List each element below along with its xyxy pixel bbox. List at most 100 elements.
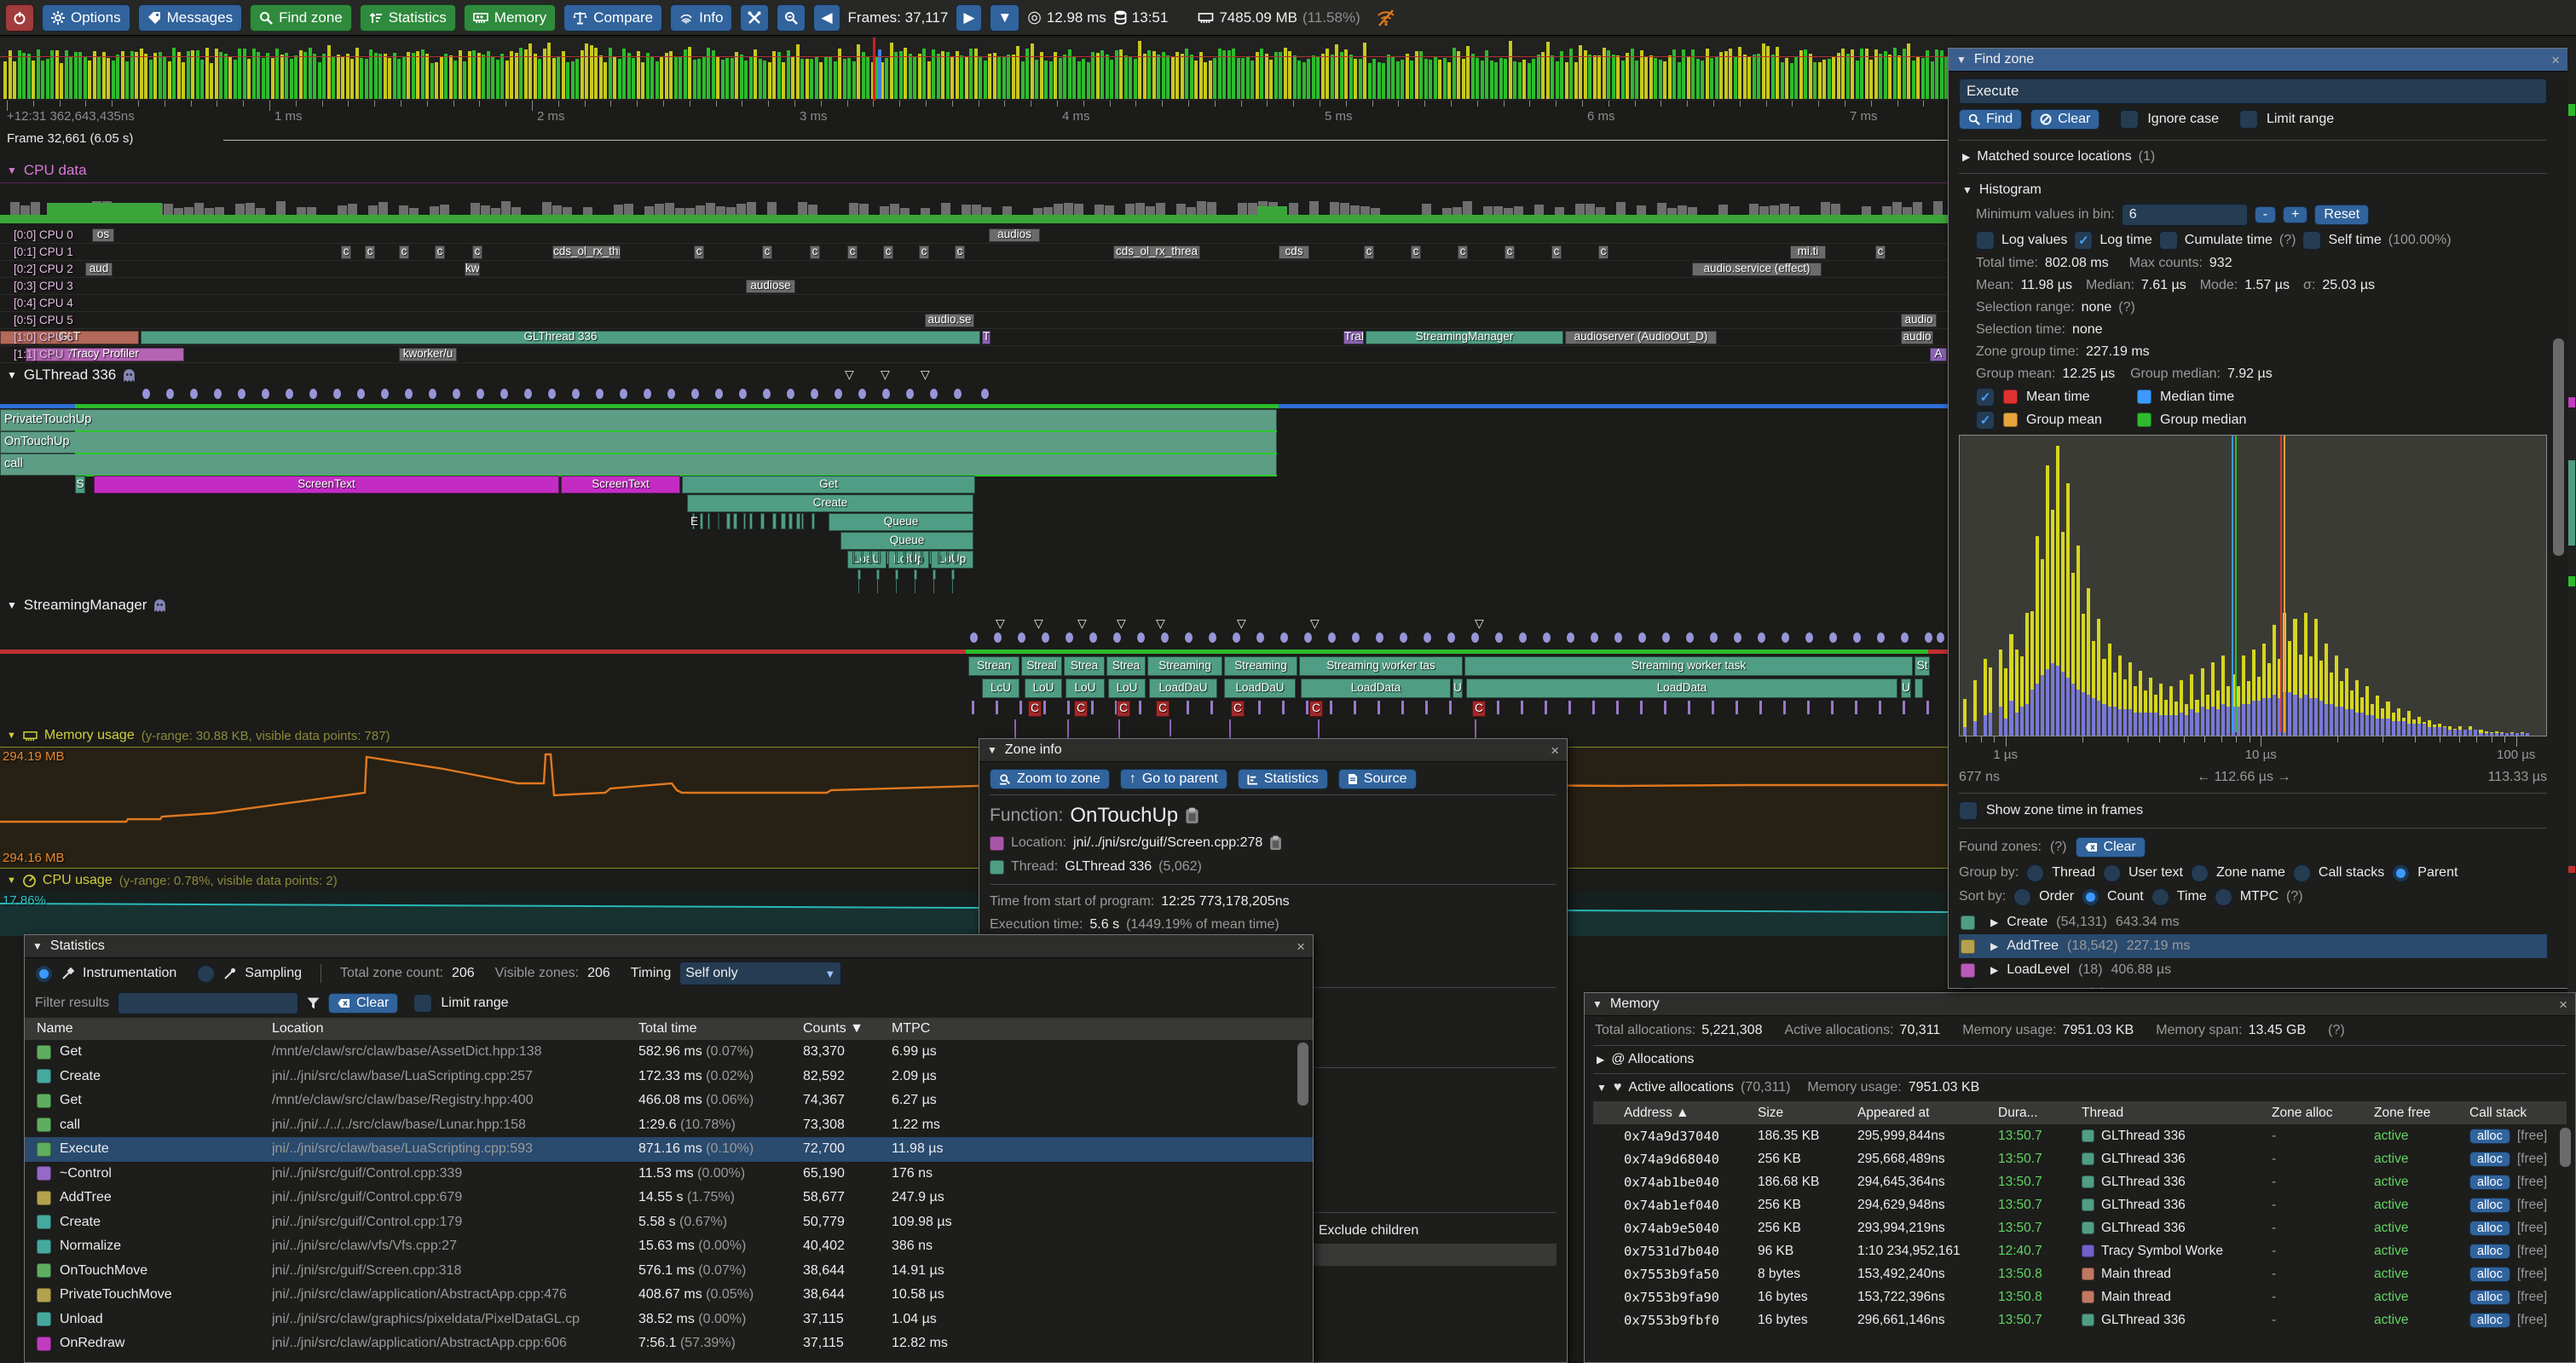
timeline-zone[interactable]: [929, 551, 932, 564]
sample-dot[interactable]: [1400, 632, 1407, 643]
active-allocations-expander[interactable]: ▼♥ Active allocations(70,311) Memory usa…: [1585, 1074, 2575, 1101]
stats-row[interactable]: PrivateTouchMovejni/../jni/src/claw/appl…: [25, 1283, 1313, 1308]
stats-col-location[interactable]: Location: [272, 1021, 632, 1037]
stats-row[interactable]: Get/mnt/e/claw/src/claw/base/AssetDict.h…: [25, 1040, 1313, 1065]
sample-dot[interactable]: [1782, 632, 1789, 643]
sample-dot[interactable]: [1352, 632, 1360, 643]
strip-segment[interactable]: [2568, 104, 2575, 116]
timeline-zone[interactable]: C: [1156, 701, 1170, 717]
timeline-zone[interactable]: cds_ol_rx_threa: [1113, 245, 1200, 259]
stats-row[interactable]: Get/mnt/e/claw/src/claw/base/Registry.hp…: [25, 1089, 1313, 1113]
message-marker[interactable]: ▽: [1077, 617, 1087, 629]
timeline-zone[interactable]: [951, 569, 955, 580]
timeline-zone[interactable]: c: [1551, 245, 1562, 259]
find-zone-query-input[interactable]: Execute: [1959, 78, 2547, 104]
memory-row[interactable]: 0x74ab1ef040256 KB294,629,948ns13:50.7GL…: [1593, 1193, 2567, 1216]
close-icon[interactable]: ×: [1297, 939, 1305, 954]
sample-dot[interactable]: [1901, 632, 1909, 643]
message-marker[interactable]: ▽: [1117, 617, 1126, 629]
timeline-zone[interactable]: c: [762, 245, 772, 259]
timeline-zone[interactable]: LoU: [1066, 679, 1105, 698]
sample-dot[interactable]: [1185, 632, 1193, 643]
sample-dot[interactable]: [1614, 632, 1622, 643]
sample-dot[interactable]: [142, 389, 150, 399]
stats-row[interactable]: OnRedrawjni/../jni/src/claw/application/…: [25, 1331, 1313, 1356]
timeline-zone[interactable]: C: [1472, 701, 1486, 717]
memory-scrollbar[interactable]: [2560, 1128, 2571, 1167]
timeline-zone[interactable]: Streaming: [1147, 656, 1222, 676]
mean-time-checkbox[interactable]: ✓: [1976, 388, 1995, 407]
timeline-zone[interactable]: c: [810, 245, 820, 259]
found-zone-group[interactable]: ▶<no parent>(9)225.73 µs: [1959, 982, 2547, 989]
sample-dot[interactable]: [262, 389, 269, 399]
timeline-zone[interactable]: [852, 551, 855, 564]
clear-button[interactable]: Clear: [2030, 109, 2099, 130]
memory-col-call-stack[interactable]: Call stack: [2469, 1106, 2576, 1121]
sample-dot[interactable]: [1209, 632, 1216, 643]
timeline-zone[interactable]: [876, 569, 880, 580]
memory-col-appeared-at[interactable]: Appeared at: [1857, 1106, 1991, 1121]
stats-col-mtpc[interactable]: MTPC: [892, 1021, 1313, 1037]
radio-user-text[interactable]: [2103, 864, 2121, 882]
sample-dot[interactable]: [1925, 632, 1932, 643]
timeline-zone[interactable]: audio.se: [925, 314, 974, 327]
sample-dot[interactable]: [1042, 632, 1049, 643]
histogram-plot[interactable]: [1959, 435, 2547, 736]
alloc-button[interactable]: alloc: [2469, 1313, 2510, 1328]
sample-dot[interactable]: [811, 389, 818, 399]
min-bin-input[interactable]: 6: [2122, 204, 2248, 226]
timeline-zone[interactable]: c: [1364, 245, 1374, 259]
timeline-zone[interactable]: [788, 513, 793, 529]
memory-titlebar[interactable]: ▼Memory×: [1585, 993, 2575, 1016]
timeline-zone[interactable]: StreamingManager: [1366, 331, 1563, 344]
memory-row[interactable]: 0x7553b9fa508 bytes153,492,240ns13:50.8M…: [1593, 1262, 2567, 1285]
timeline-zone[interactable]: St: [1915, 656, 1930, 676]
timeline-zone[interactable]: C: [1309, 701, 1323, 717]
sample-dot[interactable]: [620, 389, 627, 399]
timeline-zone[interactable]: [887, 551, 889, 564]
timeline-zone[interactable]: [1915, 679, 1923, 698]
timeline-zone[interactable]: mi.ti: [1790, 245, 1826, 259]
sample-dot[interactable]: [1328, 632, 1336, 643]
memory-col-address[interactable]: Address ▲: [1624, 1106, 1751, 1121]
zoom-to-zone-button[interactable]: Zoom to zone: [990, 769, 1110, 789]
timeline-zone[interactable]: [772, 513, 777, 529]
sample-dot[interactable]: [1591, 632, 1598, 643]
timeline-zone[interactable]: call: [0, 453, 1277, 476]
sample-dot[interactable]: [667, 389, 675, 399]
memory-col-dura-[interactable]: Dura...: [1998, 1106, 2075, 1121]
timeline-zone[interactable]: GLThread 336: [141, 331, 980, 344]
matched-locations-expander[interactable]: ▶Matched source locations(1): [1959, 146, 2547, 168]
histogram-expander[interactable]: ▼Histogram: [1959, 179, 2547, 201]
stats-row[interactable]: OnTouchMovejni/../jni/src/guif/Screen.cp…: [25, 1259, 1313, 1284]
stats-row[interactable]: AddTreejni/../jni/src/guif/Control.cpp:6…: [25, 1186, 1313, 1210]
statistics-scrollbar[interactable]: [1297, 1042, 1308, 1106]
radio-mtpc[interactable]: [2215, 888, 2232, 906]
sample-dot[interactable]: [309, 389, 317, 399]
bin-plus-button[interactable]: +: [2283, 206, 2307, 223]
sample-dot[interactable]: [1161, 632, 1169, 643]
sample-dot[interactable]: [453, 389, 460, 399]
message-marker[interactable]: ▽: [1156, 617, 1165, 629]
clear-found-button[interactable]: Clear: [2076, 837, 2146, 858]
timeline-zone[interactable]: c: [955, 245, 965, 259]
timeline-zone[interactable]: Strean: [968, 656, 1019, 676]
timeline-zone[interactable]: audio: [1901, 331, 1933, 344]
sample-dot[interactable]: [596, 389, 604, 399]
sample-dot[interactable]: [1424, 632, 1431, 643]
timeline-zone[interactable]: [708, 513, 710, 529]
clear-filter-button[interactable]: Clear: [328, 993, 398, 1014]
memory-col-zone-free[interactable]: Zone free: [2374, 1106, 2463, 1121]
timeline-zone[interactable]: c: [365, 245, 375, 259]
sample-dot[interactable]: [572, 389, 580, 399]
sample-dot[interactable]: [970, 632, 978, 643]
stats-row[interactable]: ~Controljni/../jni/src/guif/Control.cpp:…: [25, 1162, 1313, 1187]
sample-dot[interactable]: [1519, 632, 1527, 643]
timeline-zone[interactable]: LoU: [1108, 679, 1146, 698]
sample-dot[interactable]: [1567, 632, 1574, 643]
clipboard-icon[interactable]: [1185, 807, 1199, 824]
timeline-zone[interactable]: LoadDaU: [1149, 679, 1217, 698]
stats-row[interactable]: Normalizejni/../jni/src/claw/vfs/Vfs.cpp…: [25, 1234, 1313, 1259]
timeline-zone[interactable]: [811, 513, 816, 529]
timeline-zone[interactable]: audioserver (AudioOut_D): [1565, 331, 1717, 344]
